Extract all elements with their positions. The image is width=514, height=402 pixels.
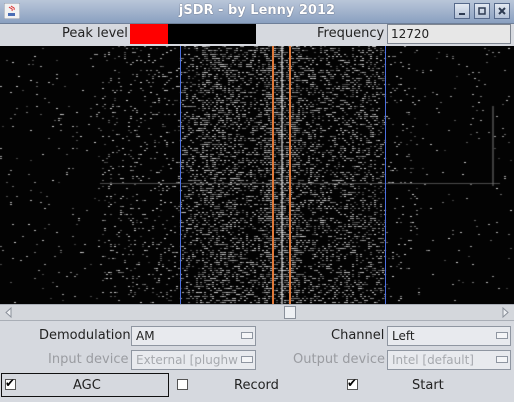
chevron-down-icon	[241, 356, 253, 363]
input-device-select[interactable]: External [plughw	[131, 350, 256, 370]
tuning-marker-right	[289, 46, 291, 304]
close-button[interactable]	[494, 3, 510, 19]
agc-checkbox[interactable]: ✔	[5, 376, 16, 390]
peak-level-fill	[130, 24, 168, 44]
chevron-down-icon	[496, 356, 508, 363]
input-device-value: External [plughw	[136, 353, 238, 367]
title-bar[interactable]: jSDR - by Lenny 2012	[0, 0, 514, 24]
close-icon	[498, 7, 506, 15]
jsdr-window: jSDR - by Lenny 2012 Peak level Frequenc…	[0, 0, 514, 402]
scroll-left-icon[interactable]	[2, 306, 16, 319]
band-edge-marker-right	[385, 46, 386, 304]
scroll-thumb[interactable]	[283, 306, 296, 319]
maximize-button[interactable]	[474, 3, 490, 19]
output-device-select[interactable]: Intel [default]	[387, 350, 511, 370]
demodulation-select[interactable]: AM	[131, 326, 256, 346]
output-device-label: Output device	[293, 352, 385, 367]
minimize-icon	[459, 13, 465, 15]
demodulation-value: AM	[136, 329, 155, 343]
record-label: Record	[234, 378, 279, 393]
start-checkbox[interactable]: ✔	[347, 376, 358, 390]
chevron-down-icon	[496, 332, 508, 339]
channel-label: Channel	[331, 328, 385, 343]
chevron-down-icon	[241, 332, 253, 339]
window-title: jSDR - by Lenny 2012	[178, 3, 336, 18]
waterfall-display[interactable]	[0, 46, 514, 304]
band-edge-marker-left	[180, 46, 181, 304]
agc-label: AGC	[73, 378, 101, 393]
minimize-button[interactable]	[454, 3, 470, 19]
frequency-scrollbar[interactable]	[0, 304, 514, 321]
peak-level-meter	[130, 24, 256, 44]
demodulation-label: Demodulation	[39, 328, 131, 343]
input-device-label: Input device	[48, 352, 129, 367]
channel-value: Left	[392, 329, 415, 343]
checkmark-icon: ✔	[5, 376, 16, 390]
maximize-icon	[478, 7, 486, 15]
checkmark-icon: ✔	[347, 376, 358, 390]
tuning-marker-left	[272, 46, 274, 304]
record-checkbox[interactable]	[177, 379, 188, 390]
frequency-label: Frequency	[317, 26, 385, 41]
peak-level-label: Peak level	[62, 26, 128, 41]
waterfall-canvas	[0, 46, 514, 304]
frequency-input[interactable]: 12720	[387, 24, 511, 44]
channel-select[interactable]: Left	[387, 326, 511, 346]
scroll-right-icon[interactable]	[498, 306, 512, 319]
output-device-value: Intel [default]	[392, 353, 474, 367]
start-label: Start	[412, 378, 444, 393]
